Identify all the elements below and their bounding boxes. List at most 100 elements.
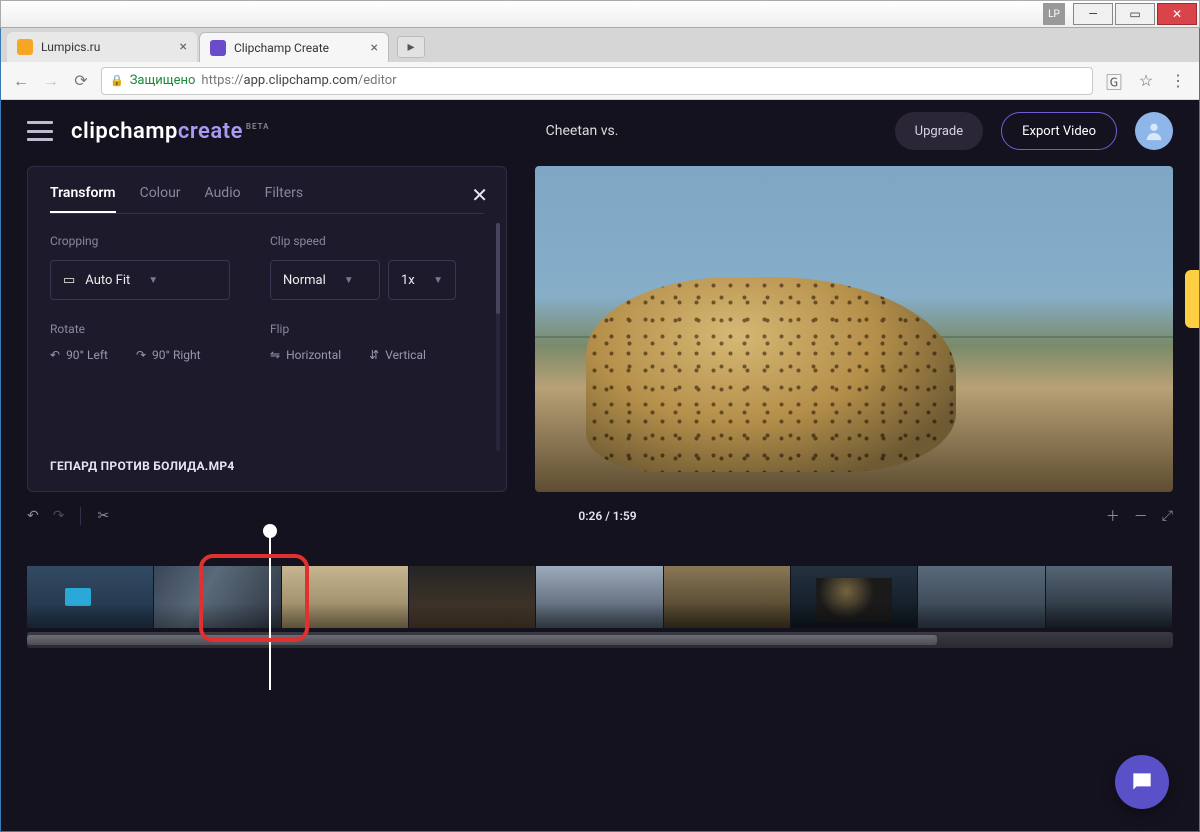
flip-label: Flip	[270, 322, 426, 336]
favicon-icon	[17, 39, 33, 55]
preview-subject	[586, 277, 956, 473]
user-avatar[interactable]	[1135, 112, 1173, 150]
project-title[interactable]: Cheetan vs.	[287, 123, 876, 139]
redo-button: ↷	[53, 508, 65, 524]
tab-transform[interactable]: Transform	[50, 185, 116, 213]
clip-thumbnail	[791, 566, 918, 628]
browser-tab-clipchamp[interactable]: Clipchamp Create ×	[199, 32, 389, 62]
undo-button[interactable]: ↶	[27, 508, 39, 524]
clip-thumbnail	[282, 566, 409, 628]
chevron-down-icon: ▼	[433, 275, 443, 286]
tab-filters[interactable]: Filters	[265, 185, 304, 213]
timeline-scroll-thumb[interactable]	[27, 635, 937, 645]
clipspeed-value: Normal	[283, 273, 326, 288]
clipspeed-select[interactable]: Normal ▼	[270, 260, 380, 300]
address-bar[interactable]: 🔒 Защищено https:// app.clipchamp.com /e…	[101, 67, 1093, 95]
tab-close-icon[interactable]: ×	[180, 39, 187, 55]
zoom-fit-button[interactable]: ⤢	[1162, 508, 1173, 524]
translate-icon[interactable]: 🄶	[1103, 70, 1125, 92]
rotate-label: Rotate	[50, 322, 230, 336]
app-topbar: clipchampcreateBETA Cheetan vs. Upgrade …	[1, 100, 1199, 162]
flip-horizontal-button[interactable]: ⇋Horizontal	[270, 348, 341, 362]
clipspeed-label: Clip speed	[270, 234, 456, 248]
panel-tabs: Transform Colour Audio Filters	[50, 185, 484, 214]
rotate-left-icon: ↶	[50, 348, 60, 362]
panel-row-crop-speed: Cropping ▭ Auto Fit ▼ Clip speed Normal	[50, 234, 484, 300]
rotate-left-text: 90° Left	[66, 348, 108, 362]
video-preview[interactable]	[535, 166, 1173, 492]
toolbar-separator	[80, 507, 81, 525]
forward-button: →	[41, 71, 61, 91]
browser-tabstrip: Lumpics.ru × Clipchamp Create × ▸	[1, 28, 1199, 62]
app-logo: clipchampcreateBETA	[71, 119, 269, 144]
bookmark-icon[interactable]: ☆	[1135, 70, 1157, 92]
rotate-right-button[interactable]: ↷ 90° Right	[136, 348, 201, 362]
zoom-out-button[interactable]: －	[1134, 506, 1148, 526]
panel-close-button[interactable]: ✕	[471, 183, 488, 207]
cropping-label: Cropping	[50, 234, 230, 248]
zoom-in-button[interactable]: ＋	[1106, 506, 1120, 526]
tab-close-icon[interactable]: ×	[371, 40, 378, 56]
menu-icon[interactable]: ⋮	[1167, 70, 1189, 92]
export-video-button[interactable]: Export Video	[1001, 112, 1117, 150]
tab-title: Lumpics.ru	[41, 40, 100, 54]
cropping-select[interactable]: ▭ Auto Fit ▼	[50, 260, 230, 300]
clip-thumbnail	[664, 566, 791, 628]
favicon-icon	[210, 40, 226, 56]
flip-vertical-icon: ⇵	[369, 348, 379, 362]
window-app-badge: LP	[1043, 3, 1065, 25]
clip-thumbnail	[409, 566, 536, 628]
secure-label: Защищено	[130, 73, 196, 88]
timeline-time: 0:26 / 1:59	[123, 509, 1092, 523]
window-minimize-button[interactable]: —	[1073, 3, 1113, 25]
window-close-button[interactable]: ✕	[1157, 3, 1197, 25]
reload-button[interactable]: ⟳	[71, 71, 91, 91]
scrollbar-thumb[interactable]	[496, 223, 500, 314]
clip-thumbnail	[154, 566, 281, 628]
chat-icon	[1129, 769, 1155, 795]
url-host: app.clipchamp.com	[244, 73, 358, 88]
timeline-clip[interactable]	[27, 566, 1173, 628]
clip-filename: ГЕПАРД ПРОТИВ БОЛИДА.MP4	[50, 459, 484, 473]
rotate-right-icon: ↷	[136, 348, 146, 362]
timeline[interactable]	[1, 532, 1199, 682]
browser-tab-lumpics[interactable]: Lumpics.ru ×	[7, 32, 197, 62]
rotate-left-button[interactable]: ↶ 90° Left	[50, 348, 108, 362]
panel-row-rotate-flip: Rotate ↶ 90° Left ↷ 90° Right Flip ⇋Horizo…	[50, 322, 484, 362]
panel-scrollbar[interactable]	[496, 223, 500, 451]
url-path: /editor	[358, 73, 397, 88]
logo-part1: clipchamp	[71, 119, 178, 144]
chevron-down-icon: ▼	[344, 275, 354, 286]
new-tab-button[interactable]: ▸	[397, 36, 425, 58]
properties-panel: ✕ Transform Colour Audio Filters Croppin…	[27, 166, 507, 492]
tab-title: Clipchamp Create	[234, 41, 329, 55]
clip-thumbnail	[27, 566, 154, 628]
browser-frame: Lumpics.ru × Clipchamp Create × ▸ ← → ⟳ …	[0, 28, 1200, 832]
rotate-right-text: 90° Right	[152, 348, 201, 362]
split-clip-button[interactable]: ✂	[97, 508, 109, 524]
flip-v-text: Vertical	[385, 348, 426, 362]
support-chat-button[interactable]	[1115, 755, 1169, 809]
logo-badge: BETA	[246, 122, 270, 131]
cropping-value: Auto Fit	[85, 273, 130, 288]
tab-colour[interactable]: Colour	[140, 185, 181, 213]
browser-toolbar: ← → ⟳ 🔒 Защищено https:// app.clipchamp.…	[1, 62, 1199, 100]
logo-part2: create	[178, 119, 243, 144]
side-sticker	[1185, 270, 1199, 328]
flip-vertical-button[interactable]: ⇵ Vertical	[369, 348, 426, 362]
upgrade-button[interactable]: Upgrade	[895, 112, 983, 150]
playhead-line[interactable]	[269, 536, 271, 690]
window-titlebar: LP — ▭ ✕	[0, 0, 1200, 28]
timeline-toolbar: ↶ ↷ ✂ 0:26 / 1:59 ＋ － ⤢	[1, 500, 1199, 532]
back-button[interactable]: ←	[11, 71, 31, 91]
window-maximize-button[interactable]: ▭	[1115, 3, 1155, 25]
autofit-icon: ▭	[63, 273, 75, 288]
clip-thumbnail	[1046, 566, 1173, 628]
person-icon	[1143, 120, 1165, 142]
clip-thumbnail	[536, 566, 663, 628]
chevron-down-icon: ▼	[148, 275, 158, 286]
menu-button[interactable]	[27, 121, 53, 141]
flip-horizontal-icon: ⇋	[270, 348, 280, 362]
clipspeed-multiplier-select[interactable]: 1x ▼	[388, 260, 456, 300]
tab-audio[interactable]: Audio	[205, 185, 241, 213]
